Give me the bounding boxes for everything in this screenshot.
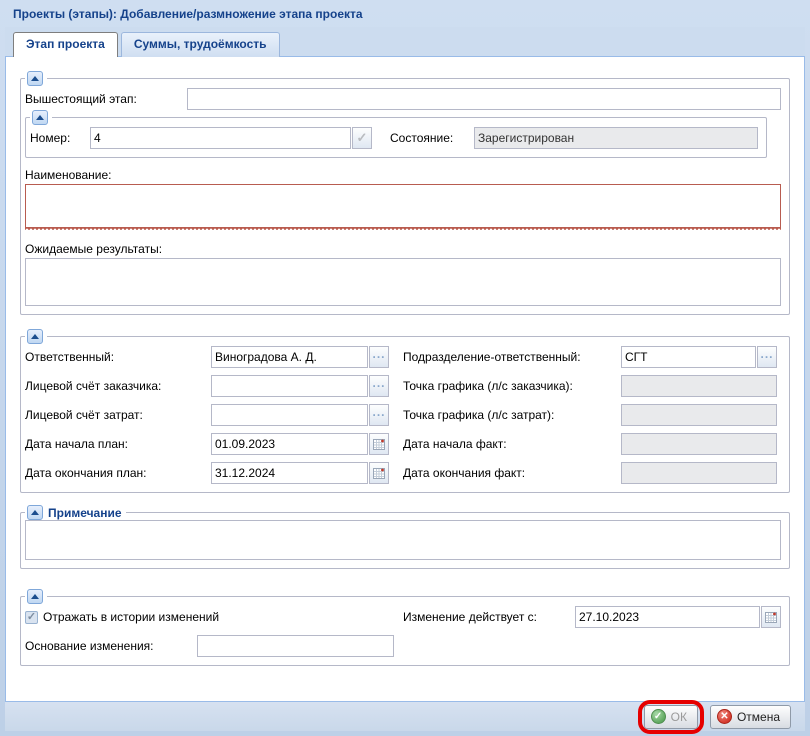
end-plan-label: Дата окончания план: — [25, 466, 211, 480]
start-fact-input — [621, 433, 777, 455]
number-input[interactable] — [90, 127, 351, 149]
cancel-button[interactable]: ✕ Отмена — [710, 705, 791, 729]
invalid-underline-icon — [25, 228, 781, 232]
end-fact-input — [621, 462, 777, 484]
fieldset-number: Номер: Состояние: — [25, 110, 767, 158]
state-input — [474, 127, 758, 149]
department-input[interactable] — [621, 346, 756, 368]
end-fact-label: Дата окончания факт: — [403, 466, 621, 480]
history-checkbox-label: Отражать в истории изменений — [43, 610, 219, 624]
ok-button-label: ОК — [671, 710, 687, 724]
responsible-label: Ответственный: — [25, 350, 211, 364]
name-field-wrap — [25, 184, 781, 232]
calendar-icon[interactable] — [761, 606, 781, 628]
state-label: Состояние: — [390, 131, 474, 145]
collapse-toggle-note[interactable] — [27, 505, 43, 520]
expected-results-textarea[interactable] — [25, 258, 781, 306]
cost-account-label: Лицевой счёт затрат: — [25, 408, 211, 422]
fieldset-note: Примечание — [20, 505, 790, 569]
note-legend: Примечание — [48, 506, 122, 520]
start-plan-input[interactable] — [211, 433, 368, 455]
tab-stage[interactable]: Этап проекта — [13, 32, 118, 57]
footer-toolbar: ✓ ОК ✕ Отмена — [5, 702, 805, 731]
start-fact-label: Дата начала факт: — [403, 437, 621, 451]
fieldset-history: Отражать в истории изменений Изменение д… — [20, 589, 790, 666]
end-plan-input[interactable] — [211, 462, 368, 484]
customer-point-label: Точка графика (л/с заказчика): — [403, 379, 621, 393]
cancel-button-label: Отмена — [737, 710, 780, 724]
tab-sums[interactable]: Суммы, трудоёмкость — [121, 32, 280, 57]
cost-account-input[interactable] — [211, 404, 368, 426]
dialog-window: Проекты (этапы): Добавление/размножение … — [0, 0, 810, 736]
calendar-icon[interactable] — [369, 433, 389, 455]
name-textarea[interactable] — [25, 184, 781, 228]
expected-results-label: Ожидаемые результаты: — [25, 242, 781, 256]
collapse-toggle-main[interactable] — [27, 71, 43, 86]
parent-stage-input[interactable] — [187, 88, 781, 110]
ok-check-icon: ✓ — [651, 709, 666, 724]
annotation-highlight: ✓ ОК — [638, 700, 704, 734]
cost-point-label: Точка графика (л/с затрат): — [403, 408, 621, 422]
reason-input[interactable] — [197, 635, 394, 657]
collapse-toggle-history[interactable] — [27, 589, 43, 604]
cancel-x-icon: ✕ — [717, 709, 732, 724]
responsible-input[interactable] — [211, 346, 368, 368]
auto-number-check-icon — [352, 127, 372, 149]
lookup-ellipsis-icon[interactable] — [757, 346, 777, 368]
name-label: Наименование: — [25, 168, 781, 182]
lookup-ellipsis-icon[interactable] — [369, 375, 389, 397]
lookup-ellipsis-icon[interactable] — [369, 346, 389, 368]
change-date-label: Изменение действует с: — [403, 610, 575, 624]
fieldset-main: Вышестоящий этап: Номер: Состояние: — [20, 71, 790, 315]
chevron-up-icon — [31, 72, 39, 81]
chevron-up-icon — [36, 111, 44, 120]
reason-label: Основание изменения: — [25, 639, 197, 653]
note-textarea[interactable] — [25, 520, 781, 560]
customer-account-input[interactable] — [211, 375, 368, 397]
chevron-up-icon — [31, 590, 39, 599]
customer-point-input — [621, 375, 777, 397]
collapse-toggle-details[interactable] — [27, 329, 43, 344]
start-plan-label: Дата начала план: — [25, 437, 211, 451]
lookup-ellipsis-icon[interactable] — [369, 404, 389, 426]
window-title: Проекты (этапы): Добавление/размножение … — [5, 3, 805, 27]
customer-account-label: Лицевой счёт заказчика: — [25, 379, 211, 393]
chevron-up-icon — [31, 330, 39, 339]
chevron-up-icon — [31, 506, 39, 515]
department-label: Подразделение-ответственный: — [403, 350, 621, 364]
change-date-input[interactable] — [575, 606, 760, 628]
cost-point-input — [621, 404, 777, 426]
form-panel: Вышестоящий этап: Номер: Состояние: — [5, 57, 805, 702]
calendar-icon[interactable] — [369, 462, 389, 484]
ok-button[interactable]: ✓ ОК — [644, 705, 698, 729]
history-checkbox[interactable] — [25, 611, 38, 624]
collapse-toggle-number[interactable] — [32, 110, 48, 125]
parent-stage-label: Вышестоящий этап: — [25, 92, 187, 106]
tab-strip: Этап проекта Суммы, трудоёмкость — [5, 27, 805, 57]
fieldset-details: Ответственный: Подразделение-ответственн… — [20, 329, 790, 493]
number-label: Номер: — [30, 131, 90, 145]
